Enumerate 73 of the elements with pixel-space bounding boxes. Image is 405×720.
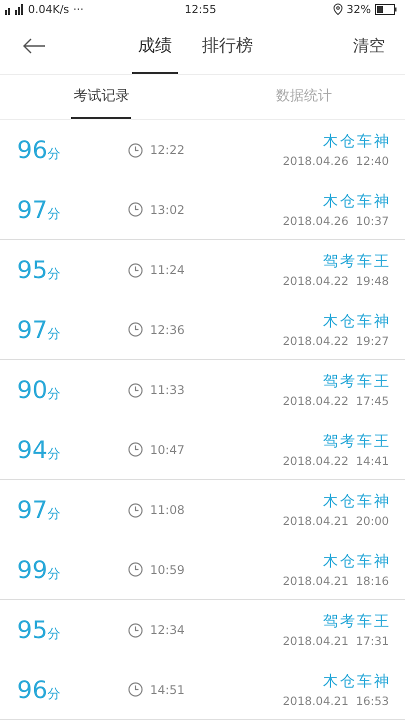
- rank-title: 木仓车神: [323, 552, 391, 570]
- score-unit: 分: [48, 326, 61, 342]
- clock-time: 12:55: [184, 2, 216, 16]
- rank-title: 木仓车神: [323, 192, 391, 210]
- duration: 12:22: [150, 143, 185, 157]
- score-unit: 分: [48, 566, 61, 582]
- duration: 10:47: [150, 442, 185, 456]
- score-value: 95: [17, 616, 48, 644]
- score-unit: 分: [48, 266, 61, 283]
- score-value: 96: [17, 676, 48, 704]
- clock-icon: [128, 142, 143, 158]
- exam-date: 2018.04.21 20:00: [282, 514, 389, 528]
- score-unit: 分: [48, 506, 61, 523]
- exam-date: 2018.04.22 19:27: [282, 334, 389, 348]
- duration: 11:24: [150, 263, 185, 277]
- score-value: 97: [17, 196, 48, 224]
- rank-title: 木仓车神: [323, 672, 391, 690]
- signal-icon: [4, 3, 24, 15]
- rank-title: 驾考车王: [323, 252, 391, 271]
- score-unit: 分: [48, 146, 61, 163]
- battery-icon: [374, 4, 397, 14]
- score-unit: 分: [48, 446, 61, 462]
- exam-date: 2018.04.21 17:31: [282, 634, 389, 648]
- clock-icon: [128, 442, 143, 457]
- score-unit: 分: [48, 206, 61, 222]
- duration: 10:59: [150, 562, 185, 576]
- rank-title: 驾考车王: [323, 432, 391, 450]
- rank-title: 木仓车神: [323, 492, 391, 511]
- exam-date: 2018.04.26 10:37: [282, 214, 389, 228]
- rank-title: 驾考车王: [323, 372, 391, 391]
- clock-icon: [128, 262, 143, 278]
- rank-title: 木仓车神: [323, 132, 391, 151]
- clock-icon: [128, 562, 143, 577]
- score-unit: 分: [48, 386, 61, 403]
- clock-icon: [128, 622, 143, 638]
- score-unit: 分: [48, 626, 61, 643]
- score-unit: 分: [48, 686, 61, 702]
- location-icon: [332, 3, 343, 15]
- exam-date: 2018.04.26 12:40: [282, 154, 389, 168]
- back-button[interactable]: [22, 38, 46, 54]
- score-value: 90: [17, 376, 48, 404]
- rank-title: 木仓车神: [323, 312, 391, 330]
- exam-date: 2018.04.22 17:45: [282, 394, 389, 408]
- exam-date: 2018.04.22 14:41: [282, 454, 389, 468]
- duration: 11:08: [150, 503, 185, 517]
- back-arrow-icon: [22, 38, 46, 54]
- score-value: 94: [17, 436, 48, 464]
- tab[interactable]: 成绩: [132, 18, 178, 74]
- more-indicator: ···: [73, 2, 84, 16]
- duration: 13:02: [150, 202, 185, 216]
- network-speed: 0.04K/s: [28, 2, 70, 16]
- duration: 11:33: [150, 383, 185, 397]
- rank-title: 驾考车王: [323, 612, 391, 631]
- clock-icon: [128, 502, 143, 518]
- score-value: 96: [17, 136, 48, 164]
- duration: 12:34: [150, 623, 185, 637]
- exam-date: 2018.04.22 19:48: [282, 274, 389, 288]
- battery-percent: 32%: [346, 2, 371, 16]
- tab[interactable]: 排行榜: [196, 18, 259, 74]
- clear-button[interactable]: 清空: [353, 36, 385, 56]
- exam-date: 2018.04.21 16:53: [282, 694, 389, 708]
- clock-icon: [128, 202, 143, 217]
- clock-icon: [128, 682, 143, 697]
- score-value: 95: [17, 256, 48, 284]
- tab[interactable]: 考试记录: [71, 75, 132, 119]
- clock-icon: [128, 382, 143, 398]
- clock-icon: [128, 322, 143, 337]
- score-value: 97: [17, 316, 48, 344]
- score-value: 97: [17, 496, 48, 524]
- duration: 12:36: [150, 322, 185, 336]
- exam-date: 2018.04.21 18:16: [282, 574, 389, 588]
- score-value: 99: [17, 556, 48, 584]
- duration: 14:51: [150, 682, 185, 696]
